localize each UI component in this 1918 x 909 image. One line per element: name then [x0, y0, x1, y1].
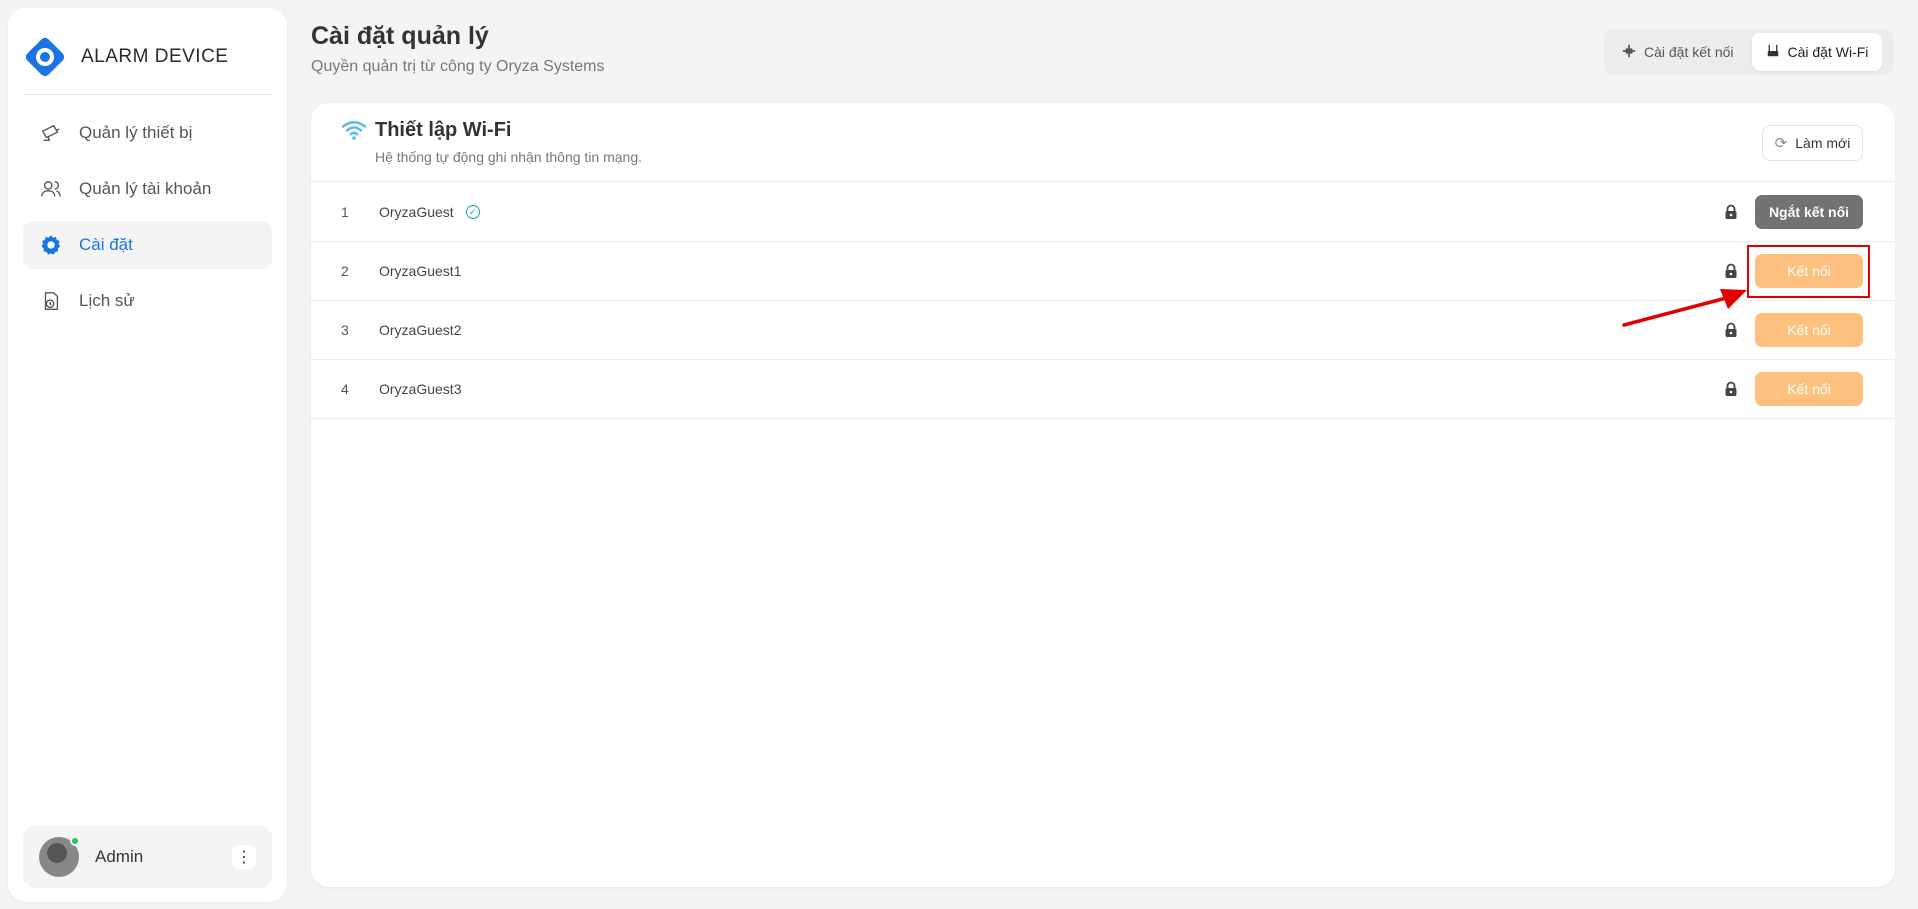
lock-icon — [1725, 263, 1737, 278]
ssid: OryzaGuest3 — [379, 381, 462, 397]
row-index: 1 — [341, 204, 349, 220]
lock-icon — [1725, 381, 1737, 396]
tab-label: Cài đặt kết nối — [1644, 44, 1734, 60]
card-subtitle: Hệ thống tự động ghi nhận thông tin mạng… — [375, 149, 643, 165]
online-status-dot — [70, 836, 80, 846]
connect-button[interactable]: Kết nối — [1755, 372, 1863, 406]
row-index: 4 — [341, 381, 349, 397]
connected-check-icon: ✓ — [465, 205, 480, 219]
sidebar-item-label: Quản lý thiết bị — [79, 123, 193, 142]
list-item: 1 OryzaGuest ✓ Ngắt kết nối — [311, 183, 1895, 242]
sidebar-item-settings[interactable]: Cài đặt — [23, 221, 272, 269]
row-index: 3 — [341, 322, 349, 338]
ssid: OryzaGuest — [379, 204, 454, 220]
more-options-button[interactable]: ⋮ — [232, 845, 256, 869]
users-icon — [39, 177, 63, 201]
sidebar-item-device-management[interactable]: Quản lý thiết bị — [23, 109, 272, 157]
connection-icon — [1622, 44, 1636, 61]
brand[interactable]: ALARM DEVICE — [23, 35, 228, 79]
network-name: OryzaGuest3 — [379, 381, 461, 397]
gear-icon — [39, 233, 63, 257]
settings-tabs: Cài đặt kết nối Cài đặt Wi-Fi — [1604, 29, 1894, 75]
page-title: Cài đặt quản lý — [311, 22, 489, 50]
sidebar: ALARM DEVICE Quản lý thiết bị Quản lý tà… — [8, 8, 287, 902]
router-icon — [1766, 44, 1780, 61]
lock-icon — [1725, 204, 1737, 219]
ssid: OryzaGuest2 — [379, 322, 462, 338]
tab-label: Cài đặt Wi-Fi — [1787, 44, 1869, 60]
sidebar-item-label: Quản lý tài khoản — [79, 179, 212, 198]
annotation-highlight-box — [1747, 245, 1870, 298]
sidebar-item-label: Cài đặt — [79, 235, 133, 254]
disconnect-button[interactable]: Ngắt kết nối — [1755, 195, 1863, 229]
ssid: OryzaGuest1 — [379, 263, 462, 279]
network-name: OryzaGuest1 — [379, 263, 461, 279]
annotation-arrow-icon — [1622, 289, 1747, 327]
card-header: Thiết lập Wi-Fi Hệ thống tự động ghi nhậ… — [311, 103, 1895, 182]
wifi-icon — [341, 121, 367, 140]
cctv-camera-icon — [39, 121, 63, 145]
brand-name: ALARM DEVICE — [81, 46, 229, 67]
connect-button[interactable]: Kết nối — [1755, 313, 1863, 347]
refresh-label: Làm mới — [1795, 135, 1851, 151]
history-icon — [39, 289, 63, 313]
avatar — [39, 836, 80, 877]
sidebar-item-label: Lịch sử — [79, 291, 135, 310]
page-subtitle: Quyền quản trị từ công ty Oryza Systems — [311, 58, 605, 75]
divider — [23, 94, 272, 95]
more-vertical-icon: ⋮ — [236, 849, 252, 866]
card-title: Thiết lập Wi-Fi — [375, 119, 512, 141]
network-name: OryzaGuest ✓ — [379, 204, 480, 220]
user-name: Admin — [95, 847, 144, 866]
refresh-icon: ⟳ — [1774, 135, 1788, 152]
wifi-settings-card: Thiết lập Wi-Fi Hệ thống tự động ghi nhậ… — [311, 103, 1895, 887]
brand-logo-icon — [25, 37, 65, 77]
tab-connection-settings[interactable]: Cài đặt kết nối — [1608, 33, 1748, 71]
row-index: 2 — [341, 263, 349, 279]
user-card[interactable]: Admin ⋮ — [23, 826, 272, 888]
sidebar-nav: Quản lý thiết bị Quản lý tài khoản Cài đ… — [23, 109, 272, 333]
network-name: OryzaGuest2 — [379, 322, 461, 338]
list-item: 4 OryzaGuest3 Kết nối — [311, 360, 1895, 419]
sidebar-item-history[interactable]: Lịch sử — [23, 277, 272, 325]
tab-wifi-settings[interactable]: Cài đặt Wi-Fi — [1751, 33, 1883, 71]
sidebar-item-account-management[interactable]: Quản lý tài khoản — [23, 165, 272, 213]
refresh-button[interactable]: ⟳ Làm mới — [1762, 125, 1863, 161]
